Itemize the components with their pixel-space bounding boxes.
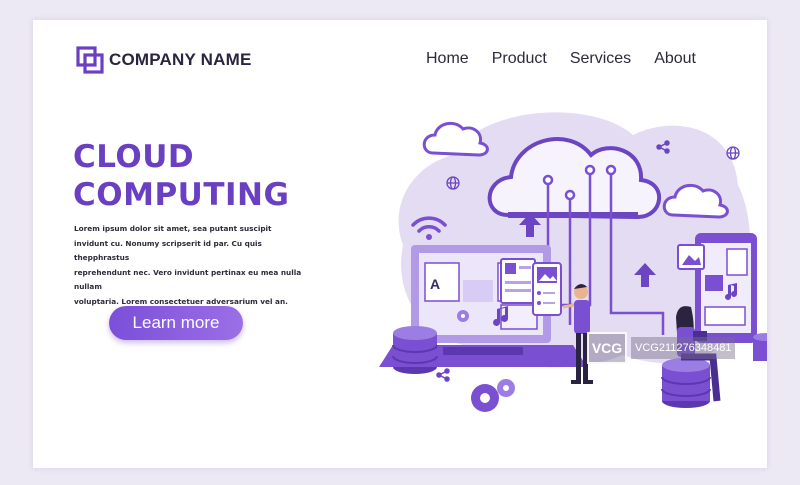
document-icon	[500, 258, 536, 304]
svg-text:A: A	[430, 276, 440, 292]
hero-title: CLOUD COMPUTING	[73, 138, 289, 214]
main-nav: Home Product Services About	[426, 50, 719, 68]
hero-paragraph: Lorem ipsum dolor sit amet, sea putant s…	[74, 222, 319, 309]
watermark-badge: VCG	[587, 332, 627, 364]
brand-logo[interactable]: COMPANY NAME	[75, 45, 252, 75]
watermark-text: VCG211276348481	[631, 337, 736, 359]
landing-page: COMPANY NAME Home Product Services About…	[33, 20, 767, 468]
small-cloud-icon	[422, 121, 489, 157]
server-icon	[392, 326, 438, 374]
nav-services[interactable]: Services	[570, 50, 631, 68]
hero-paragraph-line: invidunt cu. Nonumy scripserit id par. C…	[74, 238, 262, 263]
hero-paragraph-line: reprehendunt nec. Vero invidunt pertinax…	[74, 267, 302, 292]
cloud-computing-illustration: A	[333, 95, 767, 425]
company-name: COMPANY NAME	[109, 50, 252, 69]
learn-more-button[interactable]: Learn more	[109, 306, 243, 340]
hero-paragraph-line: Lorem ipsum dolor sit amet, sea putant s…	[74, 224, 272, 233]
nav-home[interactable]: Home	[426, 50, 469, 68]
nav-product[interactable]: Product	[492, 50, 547, 68]
image-icon	[532, 262, 562, 316]
watermark: VCG VCG211276348481	[587, 328, 767, 368]
logo-icon	[75, 45, 105, 75]
hero-title-line2: COMPUTING	[73, 177, 290, 213]
hero-title-line1: CLOUD	[73, 139, 195, 175]
nav-about[interactable]: About	[654, 50, 696, 68]
image-icon	[677, 244, 705, 270]
